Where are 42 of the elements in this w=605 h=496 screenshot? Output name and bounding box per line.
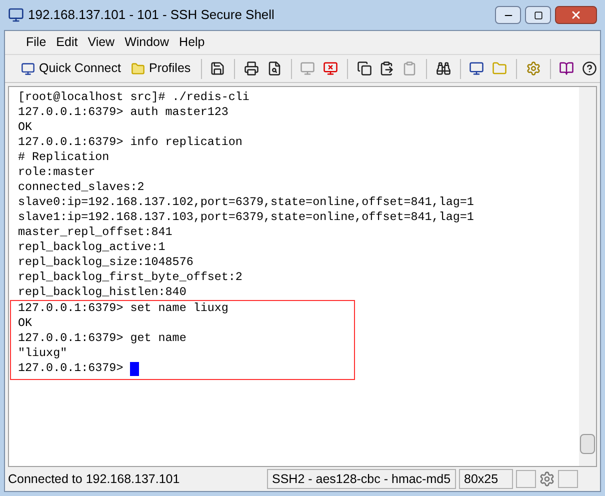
status-panel [558, 470, 578, 488]
status-panel [516, 470, 536, 488]
terminal-size-status: 80x25 [459, 468, 513, 490]
profiles-button[interactable]: Profiles [126, 59, 195, 78]
terminal-line: repl_backlog_active:1 [18, 240, 166, 255]
terminal-line: 127.0.0.1:6379> [18, 361, 124, 376]
monitor-icon [21, 62, 35, 76]
gear-icon [539, 471, 555, 487]
terminal-line: repl_backlog_histlen:840 [18, 285, 186, 300]
terminal-line: # Replication [18, 150, 110, 165]
maximize-button[interactable] [525, 6, 551, 24]
menu-item[interactable]: File [21, 33, 52, 52]
maximize-icon [534, 10, 542, 20]
terminal-line: repl_backlog_size:1048576 [18, 255, 194, 270]
close-icon [570, 9, 582, 21]
window-title: 192.168.137.101 - 101 - SSH Secure Shell [28, 6, 274, 24]
terminal-line: OK [18, 316, 32, 331]
menu-item[interactable]: Help [174, 33, 210, 52]
menu-item[interactable]: View [82, 33, 120, 52]
scroll-thumb[interactable] [580, 434, 595, 454]
terminal-line: connected_slaves:2 [18, 180, 144, 195]
terminal-line: OK [18, 120, 32, 135]
menu-item[interactable]: Window [120, 33, 174, 52]
scrollbar[interactable] [579, 87, 596, 466]
terminal-line: 127.0.0.1:6379> info replication [18, 135, 242, 150]
terminal-line: 127.0.0.1:6379> get name [18, 331, 186, 346]
terminal-line: repl_backlog_first_byte_offset:2 [18, 270, 242, 285]
terminal-line: "liuxg" [18, 346, 68, 361]
terminal-line: slave1:ip=192.168.137.103,port=6379,state=online,offset=841,lag=1 [18, 210, 474, 225]
close-button[interactable] [555, 6, 597, 24]
cipher-status: SSH2 - aes128-cbc - hmac-md5 [267, 468, 456, 490]
quick-connect-button[interactable]: Quick Connect [17, 59, 125, 78]
terminal-line: role:master [18, 165, 96, 180]
terminal-line: 127.0.0.1:6379> auth master123 [18, 105, 228, 120]
terminal-line: 127.0.0.1:6379> set name liuxg [18, 301, 228, 316]
terminal-line: [root@localhost src]# ./redis-cli [18, 90, 250, 105]
terminal-line: master_repl_offset:841 [18, 225, 172, 240]
folder-icon [130, 62, 145, 76]
menu-item[interactable]: Edit [51, 33, 83, 52]
status-text: Connected to 192.168.137.101 [8, 470, 181, 488]
app-icon [8, 7, 24, 23]
terminal-line: slave0:ip=192.168.137.102,port=6379,state=online,offset=841,lag=1 [18, 195, 474, 210]
